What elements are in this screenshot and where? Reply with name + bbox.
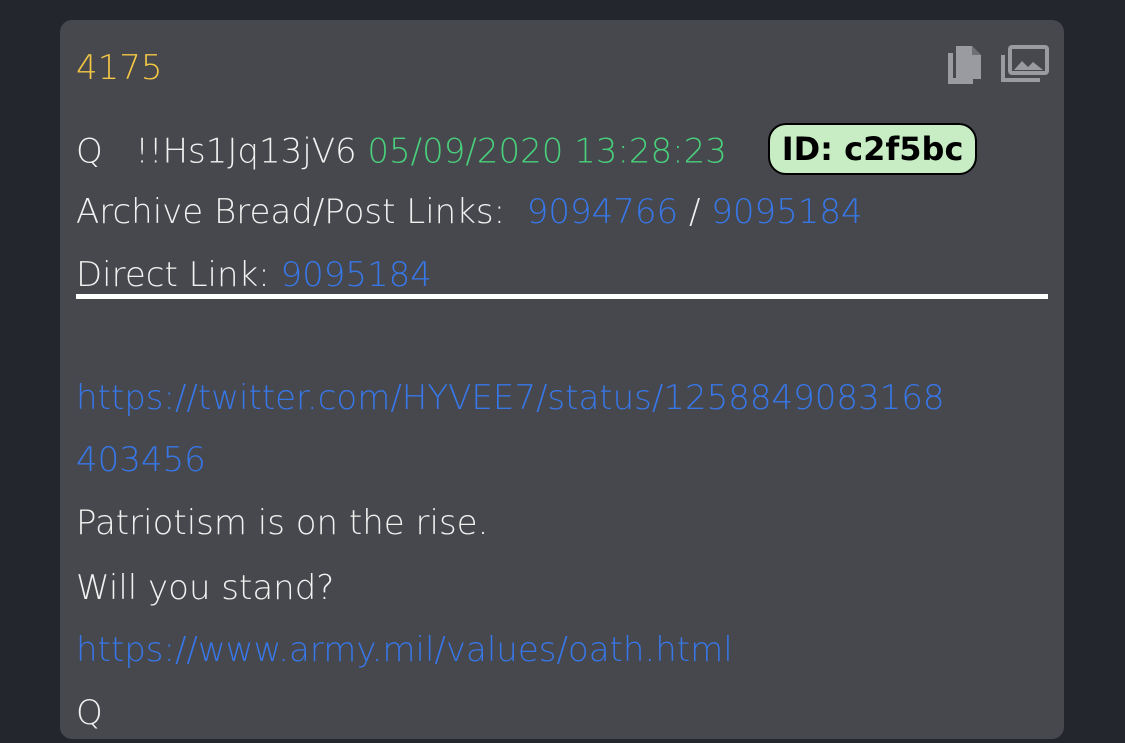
direct-label: Direct Link:	[76, 255, 270, 295]
archive-separator: /	[688, 192, 701, 232]
signature: Q	[76, 693, 103, 733]
id-badge[interactable]: ID: c2f5bc	[767, 123, 978, 175]
twitter-link-line2[interactable]: 403456	[76, 438, 206, 482]
divider	[76, 294, 1048, 299]
army-link[interactable]: https://www.army.mil/values/oath.html	[76, 628, 733, 672]
copy-icon[interactable]	[944, 44, 984, 86]
archive-post-link[interactable]: 9095184	[711, 192, 862, 232]
archive-label: Archive Bread/Post Links:	[76, 192, 506, 232]
archive-bread-link[interactable]: 9094766	[527, 192, 678, 232]
direct-link[interactable]: 9095184	[281, 255, 432, 295]
archive-links-row: Archive Bread/Post Links: 9094766 / 9095…	[76, 190, 863, 234]
body-text-1: Patriotism is on the rise.	[76, 503, 489, 543]
post-header: Q !!Hs1Jq13jV6 05/09/2020 13:28:23 ID: c…	[76, 123, 978, 179]
tripcode: !!Hs1Jq13jV6	[135, 131, 357, 172]
body-text-2: Will you stand?	[76, 568, 335, 608]
images-icon[interactable]	[1000, 44, 1050, 86]
twitter-link-line1[interactable]: https://twitter.com/HYVEE7/status/125884…	[76, 376, 945, 420]
author-name: Q	[76, 131, 103, 172]
post-number: 4175	[76, 48, 163, 88]
post-datetime: 05/09/2020 13:28:23	[367, 131, 727, 172]
post-card: 4175 Q !!Hs1Jq13jV6 05/09/2020 13:28:23 …	[60, 20, 1064, 739]
direct-link-row: Direct Link: 9095184	[76, 253, 432, 297]
